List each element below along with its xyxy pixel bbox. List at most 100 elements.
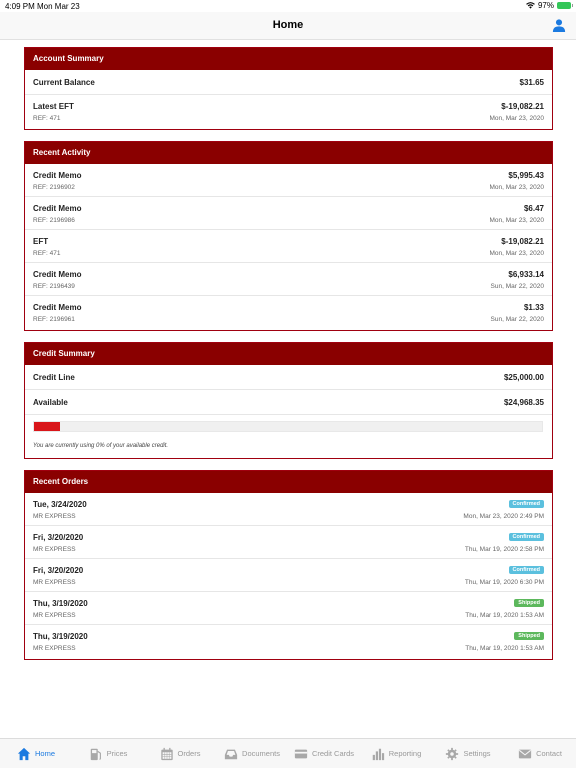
activity-date: Mon, Mar 23, 2020 [489, 217, 544, 224]
activity-ref: REF: 2196961 [33, 316, 75, 323]
order-date: Fri, 3/20/2020 [33, 533, 84, 542]
order-status-badge: Shipped [514, 632, 544, 640]
current-balance-row: Current Balance $31.65 [25, 70, 552, 95]
order-row[interactable]: Fri, 3/20/2020 Confirmed MR EXPRESS Thu,… [25, 559, 552, 592]
envelope-icon [518, 749, 532, 758]
user-icon[interactable] [552, 18, 566, 32]
activity-row[interactable]: Credit Memo $1.33 REF: 2196961 Sun, Mar … [25, 296, 552, 329]
credit-usage-note: You are currently using 0% of your avail… [33, 443, 169, 449]
activity-date: Sun, Mar 22, 2020 [490, 283, 544, 290]
activity-title: EFT [33, 237, 49, 246]
activity-amount: $6,933.14 [508, 270, 544, 279]
order-timestamp: Thu, Mar 19, 2020 2:58 PM [464, 546, 544, 553]
order-vendor: MR EXPRESS [33, 513, 76, 520]
available-label: Available [33, 398, 68, 407]
activity-ref: REF: 471 [33, 250, 61, 257]
order-timestamp: Thu, Mar 19, 2020 1:53 AM [465, 612, 544, 619]
fuel-pump-icon [90, 748, 101, 760]
activity-date: Sun, Mar 22, 2020 [490, 316, 544, 323]
credit-usage-bar [33, 421, 543, 432]
activity-amount: $6.47 [523, 204, 544, 213]
credit-line-label: Credit Line [33, 373, 75, 382]
status-time: 4:09 PM [5, 2, 35, 11]
order-row[interactable]: Tue, 3/24/2020 Confirmed MR EXPRESS Mon,… [25, 493, 552, 526]
order-date: Thu, 3/19/2020 [33, 632, 88, 641]
activity-row[interactable]: EFT $-19,082.21 REF: 471 Mon, Mar 23, 20… [25, 230, 552, 263]
account-summary-header: Account Summary [25, 48, 552, 70]
activity-amount: $5,995.43 [508, 171, 544, 180]
latest-eft-label: Latest EFT [33, 102, 74, 111]
status-bar: 4:09 PM Mon Mar 23 97% [0, 0, 576, 12]
activity-date: Mon, Mar 23, 2020 [489, 184, 544, 191]
tab-prices[interactable]: Prices [72, 739, 144, 768]
tab-home[interactable]: Home [0, 739, 72, 768]
order-vendor: MR EXPRESS [33, 579, 76, 586]
activity-title: Credit Memo [33, 171, 82, 180]
tab-documents-label: Documents [242, 749, 280, 758]
credit-usage-fill [34, 422, 60, 431]
tab-orders[interactable]: Orders [144, 739, 216, 768]
tab-credit-cards-label: Credit Cards [311, 749, 355, 758]
recent-activity-card: Recent Activity Credit Memo $5,995.43 RE… [24, 141, 553, 331]
order-row[interactable]: Thu, 3/19/2020 Shipped MR EXPRESS Thu, M… [25, 625, 552, 658]
activity-row[interactable]: Credit Memo $6.47 REF: 2196986 Mon, Mar … [25, 197, 552, 230]
recent-activity-header: Recent Activity [25, 142, 552, 164]
order-timestamp: Thu, Mar 19, 2020 1:53 AM [465, 645, 544, 652]
account-summary-card: Account Summary Current Balance $31.65 L… [24, 47, 553, 130]
order-timestamp: Mon, Mar 23, 2020 2:49 PM [463, 513, 544, 520]
tab-orders-label: Orders [177, 749, 201, 758]
home-icon [17, 747, 31, 760]
activity-title: Credit Memo [33, 303, 82, 312]
gear-icon [446, 747, 459, 760]
order-date: Fri, 3/20/2020 [33, 566, 84, 575]
latest-eft-row[interactable]: Latest EFT $-19,082.21 REF: 471 Mon, Mar… [25, 95, 552, 129]
activity-row[interactable]: Credit Memo $6,933.14 REF: 2196439 Sun, … [25, 263, 552, 296]
tab-documents[interactable]: Documents [216, 739, 288, 768]
calendar-icon [160, 747, 173, 760]
order-row[interactable]: Thu, 3/19/2020 Shipped MR EXPRESS Thu, M… [25, 592, 552, 625]
tab-reporting[interactable]: Reporting [360, 739, 432, 768]
home-content: Account Summary Current Balance $31.65 L… [0, 40, 576, 738]
credit-summary-card: Credit Summary Credit Line $25,000.00 Av… [24, 342, 553, 459]
order-status-badge: Confirmed [508, 500, 544, 508]
tab-settings-label: Settings [463, 749, 491, 758]
credit-line-row: Credit Line $25,000.00 [25, 365, 552, 390]
tab-home-label: Home [34, 749, 55, 758]
latest-eft-value: $-19,082.21 [501, 102, 544, 111]
order-row[interactable]: Fri, 3/20/2020 Confirmed MR EXPRESS Thu,… [25, 526, 552, 559]
available-row: Available $24,968.35 [25, 390, 552, 415]
credit-card-icon [294, 749, 308, 758]
order-status-badge: Confirmed [508, 566, 544, 574]
activity-ref: REF: 2196439 [33, 283, 75, 290]
battery-icon [557, 2, 573, 9]
status-date: Mon Mar 23 [37, 2, 80, 11]
order-date: Tue, 3/24/2020 [33, 500, 87, 509]
inbox-icon [224, 749, 238, 759]
order-status-badge: Shipped [514, 599, 544, 607]
activity-date: Mon, Mar 23, 2020 [489, 250, 544, 257]
activity-amount: $1.33 [523, 303, 544, 312]
tab-prices-label: Prices [106, 749, 128, 758]
activity-row[interactable]: Credit Memo $5,995.43 REF: 2196902 Mon, … [25, 164, 552, 197]
available-value: $24,968.35 [503, 398, 544, 407]
latest-eft-ref: REF: 471 [33, 115, 61, 122]
credit-usage-row: You are currently using 0% of your avail… [25, 415, 552, 458]
tab-reporting-label: Reporting [388, 749, 422, 758]
credit-summary-header: Credit Summary [25, 343, 552, 365]
page-title: Home [272, 19, 304, 31]
battery-percent: 97% [537, 1, 554, 10]
activity-title: Credit Memo [33, 270, 82, 279]
current-balance-value: $31.65 [519, 78, 544, 87]
recent-orders-header: Recent Orders [25, 471, 552, 493]
order-vendor: MR EXPRESS [33, 645, 76, 652]
credit-line-value: $25,000.00 [503, 373, 544, 382]
latest-eft-date: Mon, Mar 23, 2020 [489, 115, 544, 122]
tab-bar: Home Prices Orders Documents Credit Card… [0, 738, 576, 768]
order-vendor: MR EXPRESS [33, 612, 76, 619]
tab-settings[interactable]: Settings [432, 739, 504, 768]
tab-credit-cards[interactable]: Credit Cards [288, 739, 360, 768]
wifi-icon [526, 2, 535, 9]
tab-contact[interactable]: Contact [504, 739, 576, 768]
order-date: Thu, 3/19/2020 [33, 599, 88, 608]
tab-contact-label: Contact [536, 749, 562, 758]
